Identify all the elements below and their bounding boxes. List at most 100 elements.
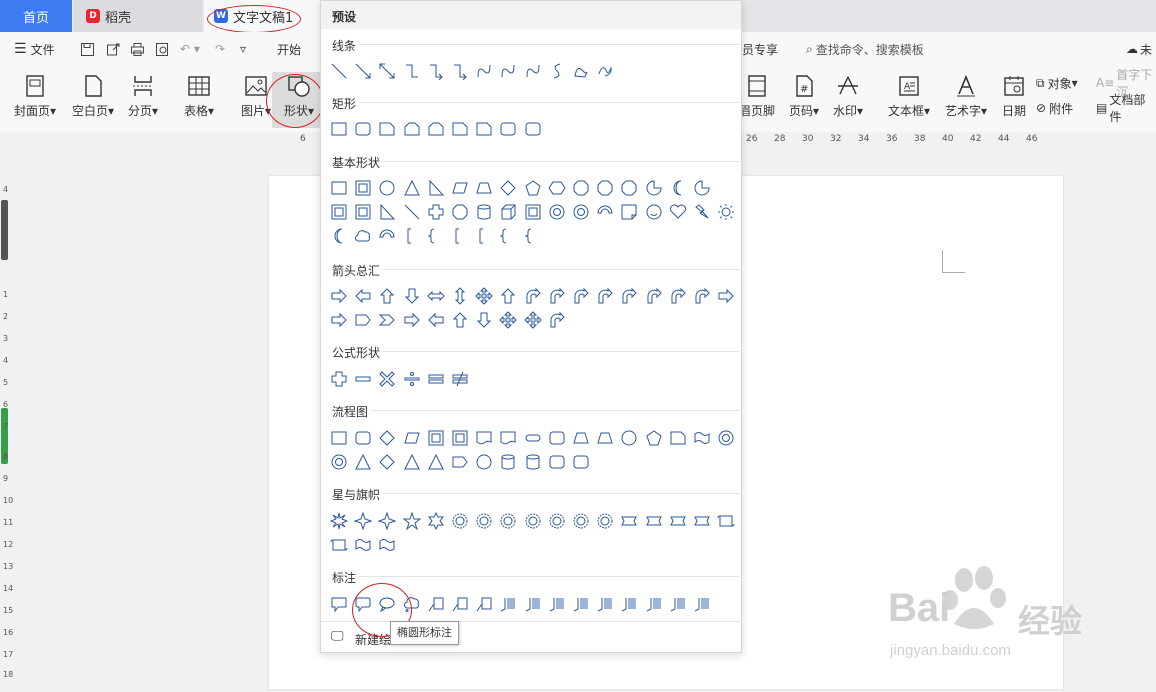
shape-seal-icon[interactable]	[522, 510, 544, 532]
shape-cloud-icon[interactable]	[352, 225, 374, 247]
shape-callbar-icon[interactable]	[643, 593, 665, 615]
shape-para-icon[interactable]	[401, 427, 423, 449]
shape-seal-icon[interactable]	[497, 510, 519, 532]
shape-darrow-icon[interactable]	[376, 60, 398, 82]
customize-quick-access-icon[interactable]: ▿	[240, 32, 246, 66]
shape-ring-icon[interactable]	[546, 201, 568, 223]
shape-star4-icon[interactable]	[376, 510, 398, 532]
shape-aud-icon[interactable]	[449, 285, 471, 307]
shape-snip-icon[interactable]	[667, 427, 689, 449]
shape-curv-icon[interactable]	[691, 285, 713, 307]
shape-ar-icon[interactable]	[401, 309, 423, 331]
shape-oct-icon[interactable]	[594, 177, 616, 199]
shape-rrect-icon[interactable]	[497, 118, 519, 140]
shape-snip2-icon[interactable]	[401, 118, 423, 140]
shape-sun-icon[interactable]	[715, 201, 737, 223]
shape-trap-icon[interactable]	[594, 427, 616, 449]
shape-oct-icon[interactable]	[570, 177, 592, 199]
shape-scroll-icon[interactable]	[328, 534, 350, 556]
shape-chev-icon[interactable]	[376, 309, 398, 331]
watermark-button[interactable]: 水印▾	[828, 72, 868, 128]
shape-elbowa-icon[interactable]	[425, 60, 447, 82]
shape-curve-icon[interactable]	[497, 60, 519, 82]
shape-a4-icon[interactable]	[497, 309, 519, 331]
shape-free-icon[interactable]	[570, 60, 592, 82]
shape-plus-icon[interactable]	[328, 368, 350, 390]
shape-penta-icon[interactable]	[352, 309, 374, 331]
shape-arrow-icon[interactable]	[352, 60, 374, 82]
shape-arc-icon[interactable]	[594, 201, 616, 223]
shape-a4-icon[interactable]	[473, 285, 495, 307]
print-preview-icon[interactable]	[155, 32, 170, 66]
shape-cube-icon[interactable]	[497, 201, 519, 223]
shape-arc-icon[interactable]	[376, 225, 398, 247]
tab-home[interactable]: 首页	[0, 0, 72, 32]
shape-ring-icon[interactable]	[715, 427, 737, 449]
shape-seal-icon[interactable]	[570, 510, 592, 532]
date-button[interactable]: 日期	[996, 72, 1032, 128]
shape-callbar-icon[interactable]	[667, 593, 689, 615]
shape-line-icon[interactable]	[328, 60, 350, 82]
save-icon[interactable]	[80, 32, 95, 66]
redo-icon[interactable]: ↷	[215, 32, 225, 66]
shape-rrect-icon[interactable]	[522, 118, 544, 140]
shape-callr-icon[interactable]	[328, 593, 350, 615]
shape-banner-icon[interactable]	[691, 510, 713, 532]
shape-rect-icon[interactable]	[328, 177, 350, 199]
shape-pent-icon[interactable]	[522, 177, 544, 199]
shape-banner-icon[interactable]	[643, 510, 665, 532]
shape-wave-icon[interactable]	[376, 534, 398, 556]
shape-burst-icon[interactable]	[328, 510, 350, 532]
shape-tri-icon[interactable]	[401, 177, 423, 199]
shape-callln-icon[interactable]	[425, 593, 447, 615]
shape-seal-icon[interactable]	[546, 510, 568, 532]
shape-callbar-icon[interactable]	[546, 593, 568, 615]
shape-wave-icon[interactable]	[352, 534, 374, 556]
shape-minus-icon[interactable]	[352, 368, 374, 390]
shape-penta-icon[interactable]	[449, 451, 471, 473]
shape-scroll-icon[interactable]	[715, 510, 737, 532]
shape-scurve-icon[interactable]	[546, 60, 568, 82]
shape-tri-icon[interactable]	[352, 451, 374, 473]
shape-moon-icon[interactable]	[328, 225, 350, 247]
shape-au-icon[interactable]	[376, 285, 398, 307]
wordart-button[interactable]: 艺术字▾	[940, 72, 992, 128]
shape-circle-icon[interactable]	[376, 177, 398, 199]
shape-alr-icon[interactable]	[425, 285, 447, 307]
shape-ring-icon[interactable]	[328, 451, 350, 473]
shape-curve-icon[interactable]	[522, 60, 544, 82]
shape-rect-icon[interactable]	[328, 118, 350, 140]
shape-frame-icon[interactable]	[425, 427, 447, 449]
shape-circle-icon[interactable]	[473, 451, 495, 473]
shape-ad-icon[interactable]	[401, 285, 423, 307]
shape-rrect-icon[interactable]	[546, 427, 568, 449]
shape-diam-icon[interactable]	[376, 427, 398, 449]
shape-bracket-icon[interactable]	[473, 225, 495, 247]
shape-oct-icon[interactable]	[618, 177, 640, 199]
shape-callbar-icon[interactable]	[594, 593, 616, 615]
blank-page-button[interactable]: 空白页▾	[66, 72, 120, 128]
shape-trap-icon[interactable]	[570, 427, 592, 449]
shape-snip-icon[interactable]	[473, 118, 495, 140]
shape-doc-icon[interactable]	[473, 427, 495, 449]
shape-snip2-icon[interactable]	[425, 118, 447, 140]
shape-snip-icon[interactable]	[376, 118, 398, 140]
shape-pie-icon[interactable]	[691, 177, 713, 199]
shape-rrect-icon[interactable]	[546, 451, 568, 473]
shape-neq-icon[interactable]	[449, 368, 471, 390]
shape-rect-icon[interactable]	[328, 427, 350, 449]
shape-para-icon[interactable]	[449, 177, 471, 199]
shape-bolt-icon[interactable]	[691, 201, 713, 223]
shape-rrect-icon[interactable]	[352, 118, 374, 140]
shape-au-icon[interactable]	[449, 309, 471, 331]
shape-tri-icon[interactable]	[401, 451, 423, 473]
shape-can-icon[interactable]	[522, 451, 544, 473]
shape-curve-icon[interactable]	[473, 60, 495, 82]
shape-trap-icon[interactable]	[473, 177, 495, 199]
shape-curv-icon[interactable]	[667, 285, 689, 307]
cover-page-button[interactable]: 封面页▾	[8, 72, 62, 128]
shape-frame-icon[interactable]	[328, 201, 350, 223]
shape-ar-icon[interactable]	[715, 285, 737, 307]
shape-callln-icon[interactable]	[473, 593, 495, 615]
command-search[interactable]: ⌕ 查找命令、搜索模板	[806, 32, 924, 66]
